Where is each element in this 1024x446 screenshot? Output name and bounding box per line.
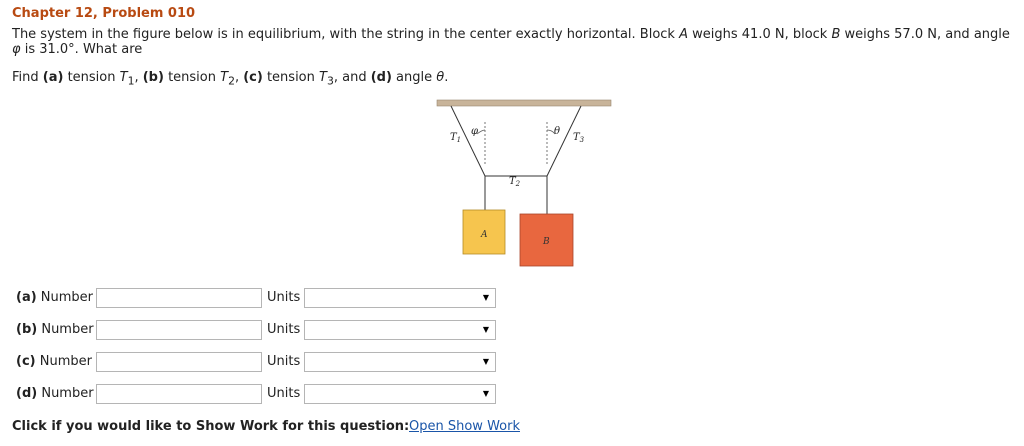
units-label-c: Units xyxy=(267,354,301,369)
block-a-label: A xyxy=(480,230,488,240)
units-label-b: Units xyxy=(267,322,301,337)
units-select-c[interactable]: ▼ xyxy=(304,352,496,372)
number-input-a[interactable] xyxy=(96,288,262,308)
problem-statement: The system in the figure below is in equ… xyxy=(12,27,1010,57)
units-select-b[interactable]: ▼ xyxy=(304,320,496,340)
answer-label-d: (d) Number xyxy=(16,386,94,401)
answer-label-c: (c) Number xyxy=(16,354,92,369)
number-input-b[interactable] xyxy=(96,320,262,340)
chevron-down-icon: ▼ xyxy=(482,357,489,366)
t1-label: T1 xyxy=(450,132,461,144)
units-label-a: Units xyxy=(267,290,301,305)
chevron-down-icon: ▼ xyxy=(482,325,489,334)
units-select-d[interactable]: ▼ xyxy=(304,384,496,404)
theta-label: θ xyxy=(554,126,560,137)
units-select-a[interactable]: ▼ xyxy=(304,288,496,308)
show-work-prompt: Click if you would like to Show Work for… xyxy=(12,419,410,434)
find-prompt: Find (a) tension T1, (b) tension T2, (c)… xyxy=(12,70,449,88)
ceiling xyxy=(436,99,612,107)
t2-label: T2 xyxy=(509,176,521,188)
number-input-d[interactable] xyxy=(96,384,262,404)
problem-title: Chapter 12, Problem 010 xyxy=(12,6,196,21)
number-input-c[interactable] xyxy=(96,352,262,372)
t3-label: T3 xyxy=(573,132,585,144)
equilibrium-figure: T1 φ T2 θ T3 A B xyxy=(436,99,612,267)
phi-label: φ xyxy=(471,126,478,137)
block-b-label: B xyxy=(542,237,550,247)
phi-arc xyxy=(476,129,486,135)
chevron-down-icon: ▼ xyxy=(482,293,489,302)
chevron-down-icon: ▼ xyxy=(482,389,489,398)
units-label-d: Units xyxy=(267,386,301,401)
answer-label-a: (a) Number xyxy=(16,290,94,305)
open-show-work-link[interactable]: Open Show Work xyxy=(409,419,520,434)
answer-label-b: (b) Number xyxy=(16,322,94,337)
